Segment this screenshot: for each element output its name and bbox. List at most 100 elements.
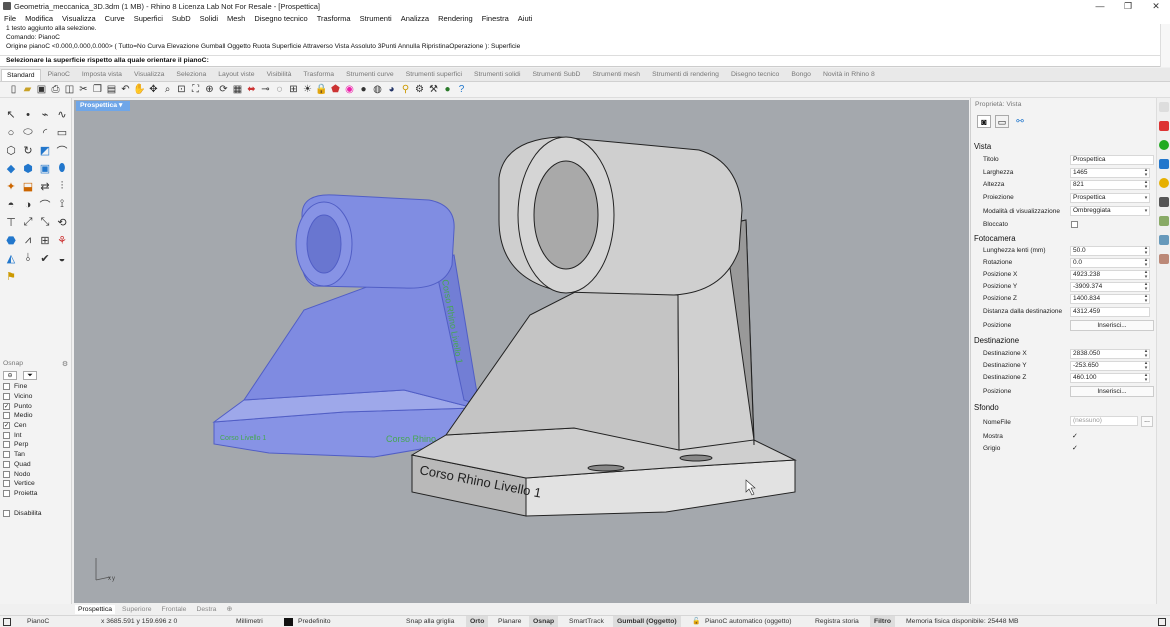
checkbox[interactable] <box>3 431 10 439</box>
shell-icon[interactable]: ◑ <box>21 198 35 211</box>
chevron-down-icon[interactable]: ▾ <box>1142 206 1150 216</box>
cage-icon[interactable]: ⬣ <box>4 234 18 247</box>
loft-icon[interactable]: ⟟ <box>55 198 69 211</box>
maximize-button[interactable]: ❐ <box>1114 0 1142 12</box>
panel-toggle-icon-right[interactable] <box>1158 618 1166 626</box>
tab-disegno-tecnico[interactable]: Disegno tecnico <box>731 71 779 78</box>
render-preview-icon[interactable]: ◍ <box>372 84 383 95</box>
gray-solid[interactable]: Corso Rhino Livello 1 <box>410 136 797 517</box>
checkbox[interactable] <box>3 509 10 517</box>
checkbox[interactable] <box>3 451 10 459</box>
dx-field[interactable]: 2838.050 ▴ ▾ <box>1070 349 1150 359</box>
layer-color-icon[interactable] <box>284 618 293 626</box>
undo-icon[interactable]: ↶ <box>120 84 131 95</box>
osnap-medio[interactable]: Medio <box>3 411 68 421</box>
tab-trasforma[interactable]: Trasforma <box>303 71 334 78</box>
named-views-icon[interactable] <box>1159 197 1169 207</box>
materials-icon[interactable] <box>1159 159 1169 169</box>
pan-hand-icon[interactable]: ✋ <box>133 84 145 95</box>
copy-icon[interactable]: ❐ <box>92 84 103 95</box>
menu-visualizza[interactable]: Visualizza <box>62 14 96 23</box>
menu-rendering[interactable]: Rendering <box>438 14 473 23</box>
scale-icon[interactable]: ⤢ <box>21 216 35 229</box>
display-mode-icon[interactable]: ⚯ <box>1013 115 1027 128</box>
rotazione-field[interactable]: 0.0 ▴ ▾ <box>1070 258 1150 268</box>
distanza-field[interactable]: 4312.459 <box>1070 307 1150 317</box>
save-icon[interactable]: ▣ <box>36 84 47 95</box>
select-icon[interactable]: ◌ <box>274 84 285 95</box>
blend-icon[interactable]: ⌒ <box>38 198 52 212</box>
rotate-view-icon[interactable]: ⟳ <box>218 84 229 95</box>
larghezza-field[interactable]: 1465 ▴ ▾ <box>1070 168 1150 178</box>
rotate-icon[interactable]: ⟲ <box>55 216 69 229</box>
tab-superiore[interactable]: Superiore <box>122 606 151 613</box>
status-registra-storia[interactable]: Registra storia <box>815 616 859 627</box>
lights-icon[interactable] <box>1159 178 1169 188</box>
stepper-icon[interactable]: ▴ ▾ <box>1142 294 1150 304</box>
osnap-tan[interactable]: Tan <box>3 450 68 460</box>
destinazione-posizione-button[interactable]: Inserisci... <box>1070 386 1154 397</box>
pan-arrows-icon[interactable]: ✥ <box>148 84 159 95</box>
osnap-vertice[interactable]: Vertice <box>3 479 68 489</box>
selected-solid[interactable]: Corso Rhino Livello 1 Corso Livello 1 Co… <box>212 194 480 458</box>
tab-imposta-vista[interactable]: Imposta vista <box>82 71 122 78</box>
perspective-viewport[interactable]: Corso Rhino Livello 1 Corso Livello 1 Co… <box>74 100 969 603</box>
nomefile-field[interactable]: (nessuno) <box>1070 416 1138 426</box>
posy-field[interactable]: -3909.374 ▴ ▾ <box>1070 282 1150 292</box>
status-layer[interactable]: Predefinito <box>298 616 331 627</box>
drafting-icon[interactable]: ⚑ <box>4 270 18 283</box>
bloccato-checkbox[interactable] <box>1071 221 1078 228</box>
filter-icon[interactable]: ⏷ <box>23 371 37 380</box>
checkbox[interactable] <box>3 460 10 468</box>
environment-icon[interactable]: ◕ <box>386 84 397 95</box>
osnap-toggle-icon[interactable]: ⊖ <box>3 371 17 380</box>
lente-field[interactable]: 50.0 ▴ ▾ <box>1070 246 1150 256</box>
dz-field[interactable]: 460.100 ▴ ▾ <box>1070 373 1150 383</box>
proiezione-select[interactable]: Prospettica ▾ <box>1070 193 1150 203</box>
mostra-checkbox[interactable]: ✓ <box>1072 432 1078 440</box>
osnap-disabilita[interactable]: Disabilita <box>3 508 68 518</box>
gear-icon[interactable]: ⚙ <box>414 84 425 95</box>
grid-array-icon[interactable]: ⊞ <box>38 234 52 247</box>
osnap-int[interactable]: Int <box>3 430 68 440</box>
close-button[interactable]: ✕ <box>1142 0 1170 12</box>
tab-strumenti-curve[interactable]: Strumenti curve <box>346 71 394 78</box>
tab-standard[interactable]: Standard <box>1 68 41 81</box>
viewport-grid-icon[interactable]: ▦ <box>232 84 243 95</box>
status-gumball[interactable]: Gumball (Oggetto) <box>613 616 681 627</box>
material-icon[interactable]: ⬟ <box>330 84 341 95</box>
point-icon[interactable]: • <box>21 108 35 121</box>
mesh-icon[interactable]: ✦ <box>4 180 18 193</box>
tab-strumenti-solidi[interactable]: Strumenti solidi <box>474 71 520 78</box>
section-destinazione[interactable]: Destinazione <box>974 336 1019 345</box>
status-planare[interactable]: Planare <box>498 616 521 627</box>
osnap-vicino[interactable]: Vicino <box>3 392 68 402</box>
dimension-tool-icon[interactable]: ⊤ <box>4 216 18 229</box>
split-icon[interactable]: ⫰ <box>21 252 35 265</box>
stepper-icon[interactable]: ▴ ▾ <box>1142 282 1150 292</box>
zoom-window-icon[interactable]: ⊡ <box>176 84 187 95</box>
zoom-icon[interactable]: ⌕ <box>162 84 173 95</box>
status-snap-grid[interactable]: Snap alla griglia <box>406 616 454 627</box>
status-orto[interactable]: Orto <box>466 616 489 627</box>
ellipse-icon[interactable]: ⬭ <box>21 126 35 139</box>
stepper-icon[interactable]: ▴ ▾ <box>1142 270 1150 280</box>
modalita-select[interactable]: Ombreggiata ▾ <box>1070 206 1150 216</box>
checkbox[interactable] <box>3 470 10 478</box>
tab-prospettica[interactable]: Prospettica <box>75 604 116 614</box>
tab-strumenti-rendering[interactable]: Strumenti di rendering <box>652 71 719 78</box>
section-fotocamera[interactable]: Fotocamera <box>974 234 1016 243</box>
menu-trasforma[interactable]: Trasforma <box>317 14 351 23</box>
extrude-icon[interactable]: ⬢ <box>21 162 35 175</box>
altezza-field[interactable]: 821 ▴ ▾ <box>1070 180 1150 190</box>
checkbox[interactable]: ✓ <box>3 402 10 410</box>
curve-from-object-icon[interactable]: ◭ <box>4 252 18 265</box>
checkbox[interactable]: ✓ <box>3 422 10 430</box>
stepper-icon[interactable]: ▴ ▾ <box>1142 361 1150 371</box>
help-icon[interactable]: ? <box>456 84 467 95</box>
add-viewport-icon[interactable]: ⊕ <box>226 605 232 613</box>
layout-icon[interactable]: ◫ <box>64 84 75 95</box>
stepper-icon[interactable]: ▴ ▾ <box>1142 373 1150 383</box>
tab-strumenti-subd[interactable]: Strumenti SubD <box>532 71 580 78</box>
paste-icon[interactable]: ▤ <box>106 84 117 95</box>
